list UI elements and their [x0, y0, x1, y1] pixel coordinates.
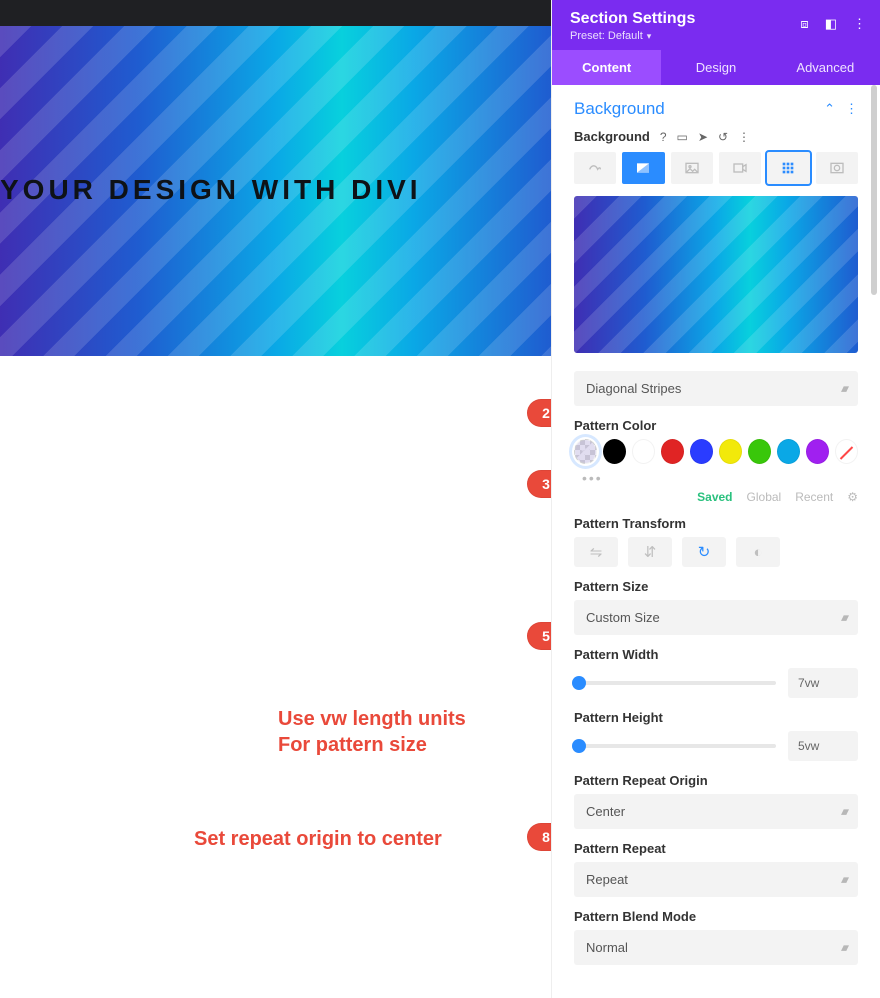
- tab-content[interactable]: Content: [552, 50, 661, 85]
- pattern-height-slider[interactable]: [574, 744, 776, 748]
- slider-thumb[interactable]: [572, 739, 586, 753]
- tab-design[interactable]: Design: [661, 50, 770, 85]
- label-pattern-color: Pattern Color: [574, 418, 858, 433]
- label-pattern-height: Pattern Height: [574, 710, 858, 725]
- slider-thumb[interactable]: [572, 676, 586, 690]
- main-tabs: Content Design Advanced: [552, 50, 880, 85]
- builder-topbar: [0, 0, 551, 26]
- color-picker-swatch[interactable]: ✎: [574, 439, 597, 464]
- select-value: Diagonal Stripes: [586, 381, 681, 396]
- label-pattern-width: Pattern Width: [574, 647, 858, 662]
- palette-tab-recent[interactable]: Recent: [795, 490, 833, 504]
- swatch-blue[interactable]: [690, 439, 713, 464]
- palette-tab-global[interactable]: Global: [747, 490, 782, 504]
- swatch-red[interactable]: [661, 439, 684, 464]
- label-pattern-repeat: Pattern Repeat: [574, 841, 858, 856]
- accordion-title-background[interactable]: Background: [574, 99, 665, 119]
- panel-body: Background ⌃ ⋮ Background ? ▭ ➤ ↺ ⋮: [552, 85, 880, 989]
- collapse-icon[interactable]: ⌃: [824, 101, 835, 117]
- eyedropper-icon: ✎: [575, 440, 596, 463]
- swatch-white[interactable]: [632, 439, 655, 464]
- swatch-none[interactable]: [835, 439, 858, 464]
- color-swatches: ✎: [574, 439, 858, 464]
- swatch-cyan[interactable]: [777, 439, 800, 464]
- updown-icon: ▴▾: [841, 382, 846, 395]
- pattern-width-input[interactable]: 7vw: [788, 668, 858, 698]
- bg-tab-pattern[interactable]: [767, 152, 809, 184]
- rotate-button[interactable]: ↻: [682, 537, 726, 567]
- label-pattern-blend: Pattern Blend Mode: [574, 909, 858, 924]
- label-pattern-transform: Pattern Transform: [574, 516, 858, 531]
- swatch-yellow[interactable]: [719, 439, 742, 464]
- invert-button[interactable]: ◐: [736, 537, 780, 567]
- hero-heading: YOUR DESIGN WITH DIVI: [0, 174, 422, 206]
- preset-label: Preset: Default: [570, 30, 643, 42]
- settings-panel: Section Settings Preset: Default ▾ ⧈ ◧ ⋮…: [551, 0, 880, 998]
- pattern-size-select[interactable]: Custom Size ▴▾: [574, 600, 858, 635]
- dock-icon[interactable]: ◧: [825, 16, 837, 32]
- hover-icon[interactable]: ➤: [698, 130, 708, 144]
- pattern-origin-select[interactable]: Center ▴▾: [574, 794, 858, 829]
- annotation-text-2: Set repeat origin to center: [194, 826, 442, 852]
- pattern-style-select[interactable]: Diagonal Stripes ▴▾: [574, 371, 858, 406]
- annotation-line: Use vw length units: [278, 708, 466, 730]
- pattern-height-input[interactable]: 5vw: [788, 731, 858, 761]
- select-value: Custom Size: [586, 610, 660, 625]
- background-type-tabs: [574, 152, 858, 184]
- responsive-icon[interactable]: ▭: [677, 130, 688, 144]
- select-value: Center: [586, 804, 625, 819]
- flip-horizontal-button[interactable]: ⇋: [574, 537, 618, 567]
- panel-header: Section Settings Preset: Default ▾ ⧈ ◧ ⋮: [552, 0, 880, 50]
- scrollbar[interactable]: [871, 85, 877, 295]
- bg-tab-gradient[interactable]: [622, 152, 664, 184]
- swatch-black[interactable]: [603, 439, 626, 464]
- more-icon[interactable]: ⋮: [853, 16, 866, 32]
- palette-tabs: Saved Global Recent ⚙: [574, 490, 858, 504]
- select-value: Repeat: [586, 872, 628, 887]
- pattern-repeat-select[interactable]: Repeat ▴▾: [574, 862, 858, 897]
- gear-icon[interactable]: ⚙: [847, 490, 858, 504]
- bg-tab-mask[interactable]: [816, 152, 858, 184]
- bg-tab-color[interactable]: [574, 152, 616, 184]
- updown-icon: ▴▾: [841, 941, 846, 954]
- select-value: Normal: [586, 940, 628, 955]
- annotation-text-1: Use vw length units For pattern size: [278, 706, 466, 758]
- updown-icon: ▴▾: [841, 611, 846, 624]
- pattern-blend-select[interactable]: Normal ▴▾: [574, 930, 858, 965]
- pattern-preview: [574, 196, 858, 353]
- label-pattern-size: Pattern Size: [574, 579, 858, 594]
- transform-buttons: ⇋ ⇵ ↻ ◐: [574, 537, 858, 567]
- help-icon[interactable]: ?: [660, 130, 667, 144]
- bg-tab-image[interactable]: [671, 152, 713, 184]
- palette-tab-saved[interactable]: Saved: [697, 490, 732, 504]
- updown-icon: ▴▾: [841, 873, 846, 886]
- swatch-green[interactable]: [748, 439, 771, 464]
- reset-icon[interactable]: ↺: [718, 130, 728, 144]
- field-label-background: Background: [574, 129, 650, 144]
- screenshot-icon[interactable]: ⧈: [800, 16, 808, 32]
- pattern-width-slider[interactable]: [574, 681, 776, 685]
- annotation-line: For pattern size: [278, 734, 427, 756]
- chevron-down-icon: ▾: [647, 31, 652, 42]
- label-pattern-origin: Pattern Repeat Origin: [574, 773, 858, 788]
- flip-vertical-button[interactable]: ⇵: [628, 537, 672, 567]
- section-more-icon[interactable]: ⋮: [845, 101, 858, 117]
- more-swatches-icon[interactable]: •••: [582, 470, 858, 486]
- bg-tab-video[interactable]: [719, 152, 761, 184]
- tab-advanced[interactable]: Advanced: [771, 50, 880, 85]
- swatch-purple[interactable]: [806, 439, 829, 464]
- updown-icon: ▴▾: [841, 805, 846, 818]
- field-more-icon[interactable]: ⋮: [738, 130, 750, 144]
- hero-section[interactable]: YOUR DESIGN WITH DIVI: [0, 26, 551, 356]
